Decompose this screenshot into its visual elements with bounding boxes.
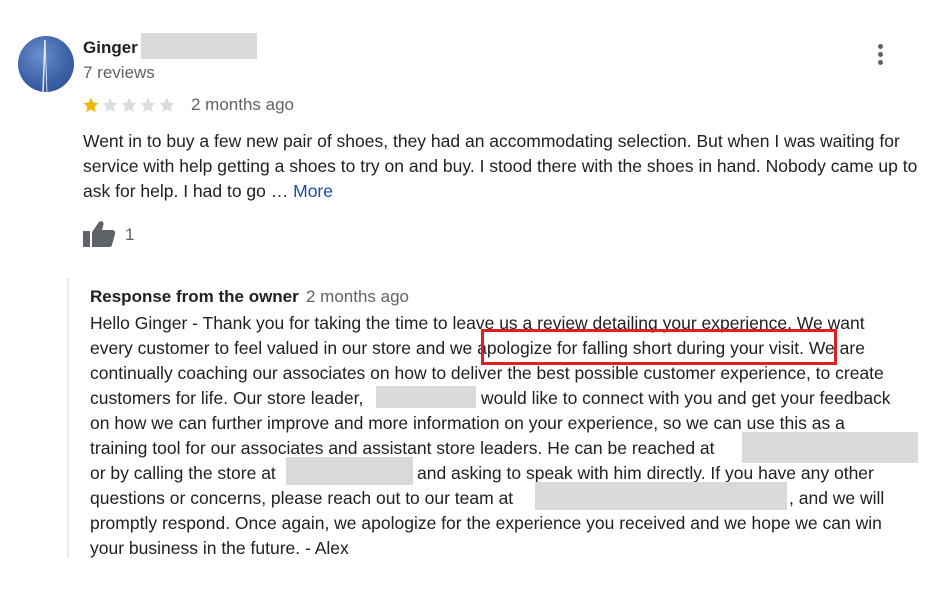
like-count: 1 bbox=[125, 225, 135, 244]
star-empty-icon bbox=[159, 97, 175, 113]
owner-response-line: on how we can further improve and more i… bbox=[90, 413, 845, 433]
owner-response-line: promptly respond. Once again, we apologi… bbox=[90, 513, 882, 533]
review-date: 2 months ago bbox=[191, 95, 295, 114]
reviewer-avatar[interactable] bbox=[18, 36, 74, 92]
owner-response-line: , and we will bbox=[789, 488, 885, 508]
reviewer-name[interactable]: Ginger bbox=[83, 37, 138, 59]
redacted-team-email bbox=[535, 482, 787, 510]
review-text-body: Went in to buy a few new pair of shoes, … bbox=[83, 131, 918, 201]
star-empty-icon bbox=[140, 97, 156, 113]
owner-response-line: questions or concerns, please reach out … bbox=[90, 488, 514, 508]
owner-response-line: would like to connect with you and get y… bbox=[481, 388, 891, 408]
redacted-contact-email bbox=[742, 432, 918, 463]
redacted-store-leader-name bbox=[376, 386, 476, 408]
owner-response-line: customers for life. Our store leader, bbox=[90, 388, 364, 408]
redacted-store-phone bbox=[286, 457, 413, 485]
response-divider bbox=[67, 278, 69, 558]
owner-response-line: your business in the future. - Alex bbox=[90, 538, 349, 558]
more-options-icon[interactable] bbox=[866, 44, 894, 74]
star-rating bbox=[82, 94, 177, 116]
thumbs-up-icon[interactable] bbox=[82, 220, 116, 248]
highlight-annotation-box bbox=[481, 329, 837, 365]
star-empty-icon bbox=[102, 97, 118, 113]
owner-response-date: 2 months ago bbox=[306, 287, 410, 306]
star-empty-icon bbox=[121, 97, 137, 113]
review-count[interactable]: 7 reviews bbox=[83, 62, 155, 84]
more-link[interactable]: More bbox=[293, 181, 333, 201]
review-text: Went in to buy a few new pair of shoes, … bbox=[83, 129, 923, 204]
star-filled-icon bbox=[83, 97, 99, 113]
owner-response-line: or by calling the store at bbox=[90, 463, 276, 483]
owner-response-label: Response from the owner bbox=[90, 287, 299, 306]
redacted-surname bbox=[141, 33, 257, 59]
